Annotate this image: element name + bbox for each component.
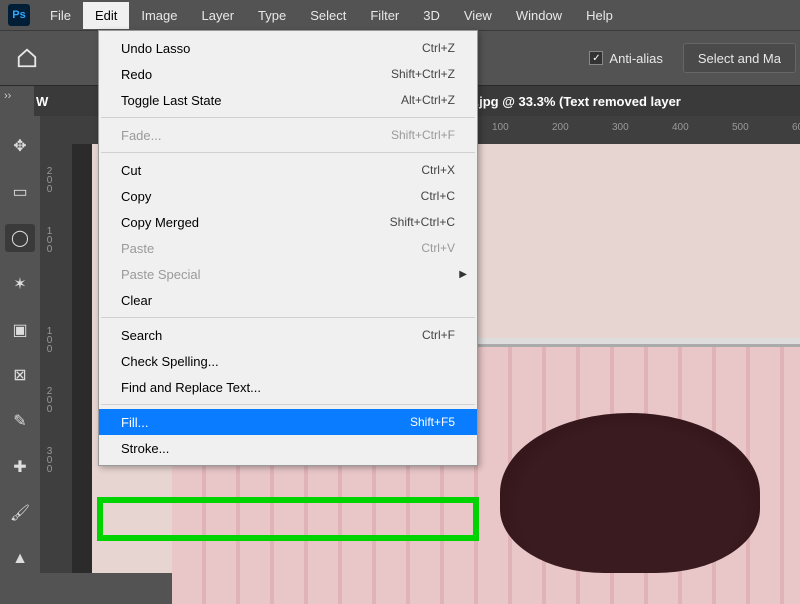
select-and-mask-button[interactable]: Select and Ma [683, 43, 796, 73]
menu-paste: PasteCtrl+V [99, 235, 477, 261]
menu-window[interactable]: Window [504, 2, 574, 29]
menubar: Ps File Edit Image Layer Type Select Fil… [0, 0, 800, 30]
vruler-mark: 300 [44, 446, 55, 473]
menu-toggle-last-state[interactable]: Toggle Last StateAlt+Ctrl+Z [99, 87, 477, 113]
menu-filter[interactable]: Filter [358, 2, 411, 29]
crop-tool[interactable]: ▣ [5, 316, 35, 344]
menu-copy[interactable]: CopyCtrl+C [99, 183, 477, 209]
menu-3d[interactable]: 3D [411, 2, 452, 29]
eyedropper-tool[interactable]: ✎ [5, 407, 35, 435]
vruler-mark: 100 [44, 226, 55, 253]
menu-separator [101, 317, 475, 318]
ruler-mark: 400 [672, 122, 689, 133]
menu-help[interactable]: Help [574, 2, 625, 29]
menu-separator [101, 404, 475, 405]
doc-tab-prefix: W [36, 94, 48, 109]
menu-check-spelling[interactable]: Check Spelling... [99, 348, 477, 374]
vruler-mark: 100 [44, 326, 55, 353]
menu-edit[interactable]: Edit [83, 2, 129, 29]
frame-tool[interactable]: ⊠ [5, 362, 35, 390]
menu-layer[interactable]: Layer [190, 2, 247, 29]
menu-find-replace[interactable]: Find and Replace Text... [99, 374, 477, 400]
lasso-tool[interactable]: ◯ [5, 224, 35, 252]
menu-file[interactable]: File [38, 2, 83, 29]
vertical-ruler: 200 100 100 200 300 [40, 116, 72, 573]
home-button[interactable] [10, 42, 44, 74]
menu-image[interactable]: Image [129, 2, 189, 29]
menu-select[interactable]: Select [298, 2, 358, 29]
expand-panels-icon[interactable]: ›› [4, 90, 24, 106]
menu-clear[interactable]: Clear [99, 287, 477, 313]
antialias-checkbox[interactable]: ✓ Anti-alias [589, 51, 662, 66]
ruler-mark: 500 [732, 122, 749, 133]
menu-undo[interactable]: Undo LassoCtrl+Z [99, 35, 477, 61]
document-tab-title[interactable]: 1.jpg @ 33.3% (Text removed layer [468, 94, 681, 109]
submenu-arrow-icon: ▶ [459, 269, 467, 280]
healing-tool[interactable]: ✚ [5, 453, 35, 481]
brush-tool[interactable]: 🖌 [5, 499, 35, 527]
menu-fill[interactable]: Fill...Shift+F5 [99, 409, 477, 435]
move-tool[interactable]: ✥ [5, 132, 35, 160]
marquee-tool[interactable]: ▭ [5, 178, 35, 206]
menu-cut[interactable]: CutCtrl+X [99, 157, 477, 183]
menu-fade: Fade...Shift+Ctrl+F [99, 122, 477, 148]
app-logo: Ps [8, 4, 30, 26]
ruler-mark: 300 [612, 122, 629, 133]
menu-view[interactable]: View [452, 2, 504, 29]
menu-copy-merged[interactable]: Copy MergedShift+Ctrl+C [99, 209, 477, 235]
checkmark-icon: ✓ [589, 51, 603, 65]
menu-redo[interactable]: RedoShift+Ctrl+Z [99, 61, 477, 87]
vruler-mark: 200 [44, 166, 55, 193]
home-icon [16, 47, 38, 69]
ruler-mark: 600 [792, 122, 800, 133]
menu-stroke[interactable]: Stroke... [99, 435, 477, 461]
menu-search[interactable]: SearchCtrl+F [99, 322, 477, 348]
menu-paste-special: Paste Special▶ [99, 261, 477, 287]
menu-separator [101, 152, 475, 153]
wand-tool[interactable]: ✶ [5, 270, 35, 298]
tools-panel: ✥ ▭ ◯ ✶ ▣ ⊠ ✎ ✚ 🖌 ▲ 200 100 100 200 300 [0, 116, 72, 573]
image-head [500, 413, 760, 573]
ruler-mark: 100 [492, 122, 509, 133]
stamp-tool[interactable]: ▲ [5, 545, 35, 573]
antialias-label: Anti-alias [609, 51, 662, 66]
ruler-mark: 200 [552, 122, 569, 133]
menu-separator [101, 117, 475, 118]
menu-type[interactable]: Type [246, 2, 298, 29]
edit-menu-dropdown: Undo LassoCtrl+Z RedoShift+Ctrl+Z Toggle… [98, 30, 478, 466]
vruler-mark: 200 [44, 386, 55, 413]
